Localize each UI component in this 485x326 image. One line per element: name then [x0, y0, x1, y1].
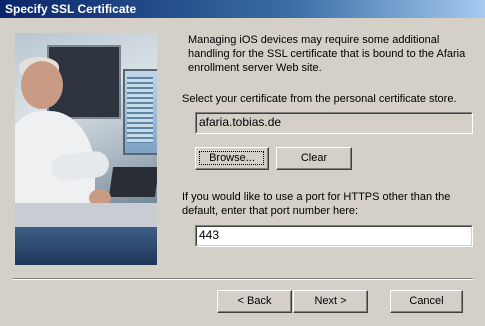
- certificate-label: Select your certificate from the persona…: [182, 93, 457, 105]
- clear-button[interactable]: Clear: [276, 147, 352, 170]
- cancel-button[interactable]: Cancel: [390, 290, 463, 313]
- screen-content-graphic: [127, 77, 153, 143]
- certificate-field: afaria.tobias.de: [195, 112, 473, 134]
- port-value: 443: [199, 228, 220, 242]
- browse-button[interactable]: Browse...: [195, 147, 269, 170]
- back-button[interactable]: < Back: [217, 290, 292, 313]
- blue-band-graphic: [15, 227, 157, 265]
- window-title: Specify SSL Certificate: [5, 2, 137, 16]
- separator: [13, 278, 473, 280]
- desk-graphic: [15, 203, 157, 227]
- person-head-graphic: [21, 61, 63, 109]
- person-arm-graphic: [49, 150, 111, 182]
- wizard-illustration: [15, 33, 157, 265]
- title-bar[interactable]: Specify SSL Certificate: [0, 0, 485, 18]
- port-input[interactable]: 443: [195, 225, 473, 247]
- certificate-value: afaria.tobias.de: [199, 115, 282, 129]
- port-label: If you would like to use a port for HTTP…: [182, 191, 451, 217]
- next-button[interactable]: Next >: [293, 290, 368, 313]
- keyboard-graphic: [108, 167, 157, 197]
- intro-text: Managing iOS devices may require some ad…: [188, 34, 466, 74]
